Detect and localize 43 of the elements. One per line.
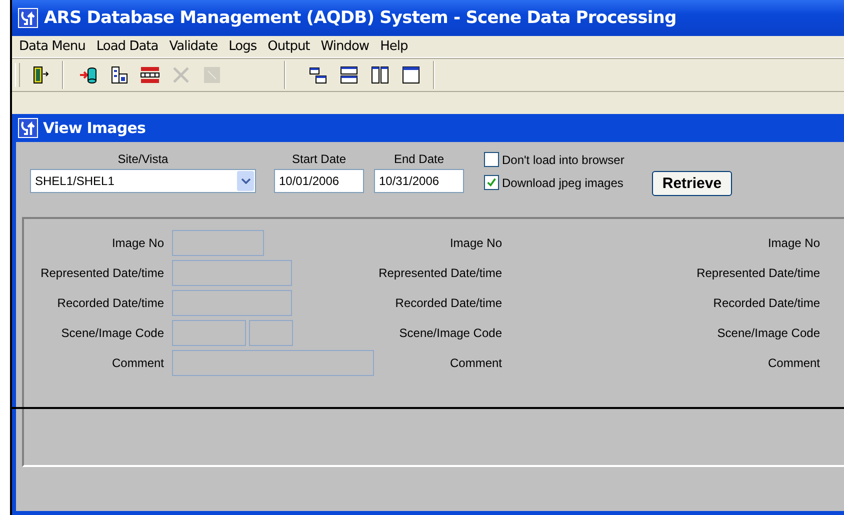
field-label: Image No <box>110 236 165 250</box>
text-field[interactable] <box>172 320 246 346</box>
checkbox[interactable] <box>484 152 499 167</box>
window-title: ARS Database Management (AQDB) System - Scene Data Processing <box>44 8 676 28</box>
field-label: Comment <box>448 356 502 370</box>
end-date-field[interactable]: 10/31/2006 <box>374 169 464 193</box>
field-label: Recorded Date/time <box>712 296 820 310</box>
menu-item[interactable]: Help <box>375 39 413 54</box>
text-field[interactable] <box>172 290 292 316</box>
field-label: Represented Date/time <box>40 266 165 280</box>
field-label: Scene/Image Code <box>60 326 165 340</box>
app-logo-icon <box>18 8 38 28</box>
text-field[interactable] <box>172 350 374 376</box>
menu-item[interactable]: Window <box>316 39 374 54</box>
menu-item[interactable]: Validate <box>164 39 223 54</box>
field-label: Site/Vista <box>118 152 168 166</box>
field-label: Scene/Image Code <box>398 326 502 340</box>
menu-item[interactable]: Load Data <box>91 39 164 54</box>
text-field[interactable] <box>249 320 293 346</box>
field-label: End Date <box>394 152 444 166</box>
field-label: Recorded Date/time <box>394 296 502 310</box>
field-label: Comment <box>110 356 165 370</box>
field-label: Comment <box>766 356 820 370</box>
site-vista-dropdown[interactable]: SHEL1/SHEL1 <box>30 169 256 193</box>
field-label: Start Date <box>292 152 346 166</box>
start-date-field[interactable]: 10/01/2006 <box>274 169 364 193</box>
field-label: Scene/Image Code <box>716 326 820 340</box>
menu-item[interactable]: Output <box>262 39 315 54</box>
text-field[interactable] <box>172 260 292 286</box>
field-label: Represented Date/time <box>696 266 820 280</box>
text-field[interactable] <box>172 230 264 256</box>
field-label: Image No <box>766 236 820 250</box>
menu-item[interactable]: Logs <box>224 39 262 54</box>
checkbox[interactable] <box>484 175 499 190</box>
retrieve-button[interactable]: Retrieve <box>652 171 732 196</box>
app-logo-icon <box>18 118 38 138</box>
menu-item[interactable]: Data Menu <box>14 39 90 54</box>
checkbox-label: Don't load into browser <box>502 152 624 166</box>
field-label: Image No <box>448 236 502 250</box>
child-window-title: View Images <box>43 119 146 137</box>
field-label: Recorded Date/time <box>56 296 165 310</box>
field-label: Represented Date/time <box>378 266 502 280</box>
checkbox-label: Download jpeg images <box>502 176 624 190</box>
